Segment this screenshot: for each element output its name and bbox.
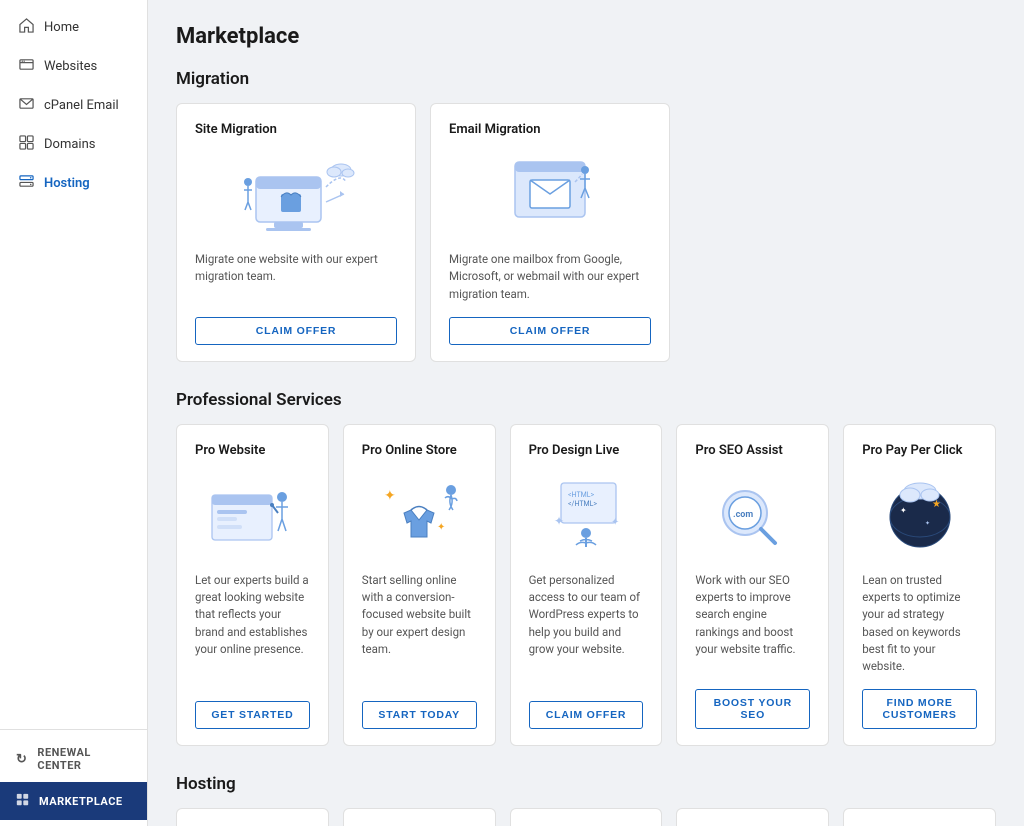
hosting-section-title: Hosting — [176, 774, 996, 794]
email-migration-card: Email Migration Migrate one mailbox from — [430, 103, 670, 362]
migration-cards: Site Migration — [176, 103, 996, 362]
sidebar-item-domains-label: Domains — [44, 137, 95, 152]
pro-online-store-btn[interactable]: START TODAY — [362, 701, 477, 729]
email-migration-illustration — [449, 149, 651, 239]
sidebar-bottom-marketplace[interactable]: MARKETPLACE — [0, 782, 147, 820]
site-migration-illustration — [195, 149, 397, 239]
site-migration-title: Site Migration — [195, 122, 397, 137]
hosting-cards: Shared Hosting VPS Hosting — [176, 808, 996, 826]
sidebar-bottom: ↻ RENEWAL CENTER MARKETPLACE — [0, 729, 147, 826]
email-migration-title: Email Migration — [449, 122, 651, 137]
sidebar-item-websites[interactable]: Websites — [0, 47, 147, 86]
pro-online-store-title: Pro Online Store — [362, 443, 477, 458]
pro-online-store-desc: Start selling online with a conversion-f… — [362, 572, 477, 688]
svg-text:✦: ✦ — [554, 514, 564, 528]
pro-design-live-title: Pro Design Live — [529, 443, 644, 458]
email-migration-btn[interactable]: CLAIM OFFER — [449, 317, 651, 345]
pro-design-live-illustration: <HTML> </HTML> ✦ ✦ — [529, 470, 644, 560]
sidebar-bottom-renewal-label: RENEWAL CENTER — [37, 746, 131, 772]
pro-ppc-desc: Lean on trusted experts to optimize your… — [862, 572, 977, 676]
migration-section-title: Migration — [176, 69, 996, 89]
renewal-icon: ↻ — [16, 752, 27, 767]
pro-ppc-title: Pro Pay Per Click — [862, 443, 977, 458]
pro-website-card: Pro Website Let our experts build a grea… — [176, 424, 329, 747]
main-content: Marketplace Migration Site Migration — [148, 0, 1024, 826]
svg-text:✦: ✦ — [437, 522, 445, 533]
pro-design-live-card: Pro Design Live <HTML> </HTML> ✦ ✦ — [510, 424, 663, 747]
pro-website-desc: Let our experts build a great looking we… — [195, 572, 310, 688]
svg-text:✦: ✦ — [384, 488, 396, 504]
vps-hosting-card[interactable]: VPS Hosting — [343, 808, 496, 826]
sidebar-item-hosting-label: Hosting — [44, 176, 90, 191]
pro-seo-assist-btn[interactable]: BOOST YOUR SEO — [695, 689, 810, 729]
sidebar-bottom-marketplace-label: MARKETPLACE — [39, 795, 123, 808]
pro-ppc-card: Pro Pay Per Click ✦ ✦ ★ Lean on t — [843, 424, 996, 747]
pro-services-section-title: Professional Services — [176, 390, 996, 410]
svg-text:</HTML>: </HTML> — [568, 500, 597, 508]
pro-website-title: Pro Website — [195, 443, 310, 458]
svg-text:✦: ✦ — [611, 517, 619, 528]
pro-design-live-btn[interactable]: CLAIM OFFER — [529, 701, 644, 729]
svg-text:✦: ✦ — [900, 506, 907, 515]
page-title: Marketplace — [176, 24, 996, 49]
sidebar: Home Websites cPanel Email Domains Hosti… — [0, 0, 148, 826]
sidebar-item-hosting[interactable]: Hosting — [0, 164, 147, 203]
email-migration-desc: Migrate one mailbox from Google, Microso… — [449, 251, 651, 303]
site-migration-desc: Migrate one website with our expert migr… — [195, 251, 397, 303]
websites-icon — [19, 57, 34, 76]
pro-seo-assist-illustration: .com — [695, 470, 810, 560]
sidebar-item-home-label: Home — [44, 20, 79, 35]
email-icon — [19, 96, 34, 115]
sidebar-nav: Home Websites cPanel Email Domains Hosti… — [0, 0, 147, 729]
svg-text:.com: .com — [733, 510, 753, 520]
svg-text:★: ★ — [932, 499, 941, 510]
shared-hosting-card[interactable]: Shared Hosting — [176, 808, 329, 826]
pro-online-store-card: Pro Online Store ✦ ✦ Start selling onlin… — [343, 424, 496, 747]
pro-design-live-desc: Get personalized access to our team of W… — [529, 572, 644, 688]
svg-text:✦: ✦ — [925, 520, 930, 527]
pro-website-btn[interactable]: GET STARTED — [195, 701, 310, 729]
site-migration-card: Site Migration — [176, 103, 416, 362]
pro-services-cards: Pro Website Let our experts build a grea… — [176, 424, 996, 747]
pro-online-store-illustration: ✦ ✦ — [362, 470, 477, 560]
sidebar-item-home[interactable]: Home — [0, 8, 147, 47]
sidebar-item-websites-label: Websites — [44, 59, 97, 74]
site-migration-btn[interactable]: CLAIM OFFER — [195, 317, 397, 345]
domains-icon — [19, 135, 34, 154]
pro-ppc-illustration: ✦ ✦ ★ — [862, 470, 977, 560]
pro-website-illustration — [195, 470, 310, 560]
dedicated-hosting-card[interactable]: Dedicated Hosting <HTML> </HTML> — [510, 808, 663, 826]
pro-seo-assist-desc: Work with our SEO experts to improve sea… — [695, 572, 810, 676]
sidebar-bottom-renewal[interactable]: ↻ RENEWAL CENTER — [0, 736, 147, 782]
pro-seo-assist-card: Pro SEO Assist .com Work with our SEO ex… — [676, 424, 829, 747]
home-icon — [19, 18, 34, 37]
sidebar-item-domains[interactable]: Domains — [0, 125, 147, 164]
hosting-icon — [19, 174, 34, 193]
sidebar-item-cpanel-email-label: cPanel Email — [44, 98, 119, 113]
pro-ppc-btn[interactable]: FIND MORE CUSTOMERS — [862, 689, 977, 729]
bluehost-cloud-card[interactable]: Bluehost Cloud — [843, 808, 996, 826]
sidebar-item-cpanel-email[interactable]: cPanel Email — [0, 86, 147, 125]
marketplace-icon — [16, 792, 29, 810]
pro-seo-assist-title: Pro SEO Assist — [695, 443, 810, 458]
wordpress-hosting-card[interactable]: WordPress Hosting W — [676, 808, 829, 826]
svg-text:<HTML>: <HTML> — [568, 491, 595, 499]
